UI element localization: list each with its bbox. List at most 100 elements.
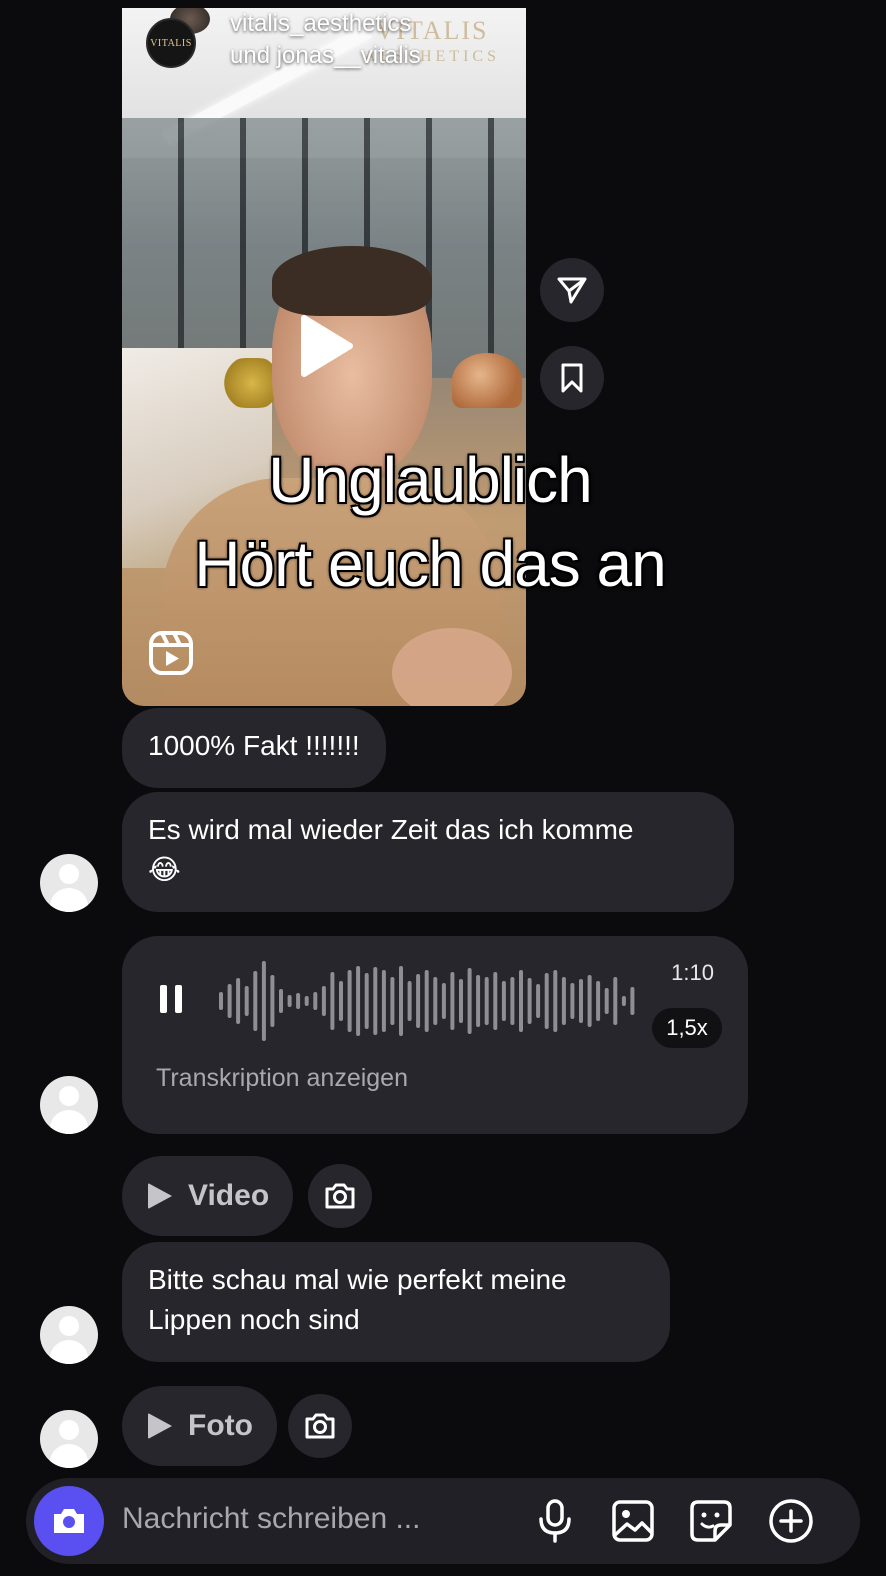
laughing-emoji: 😂 bbox=[148, 854, 181, 885]
waveform-bar bbox=[527, 978, 532, 1024]
waveform-bar bbox=[519, 970, 523, 1032]
avatar[interactable] bbox=[40, 1306, 98, 1364]
waveform-bar bbox=[261, 961, 266, 1041]
brand-avatar[interactable]: VITALIS bbox=[146, 18, 196, 68]
voice-message[interactable]: 1:10 1,5x Transkription anzeigen bbox=[122, 936, 748, 1134]
play-icon[interactable] bbox=[298, 314, 354, 378]
waveform-bar bbox=[227, 984, 232, 1018]
photo-attachment-button[interactable]: Foto bbox=[122, 1386, 277, 1466]
waveform-bar bbox=[304, 996, 309, 1006]
waveform-bar bbox=[570, 983, 575, 1019]
avatar[interactable] bbox=[40, 1076, 98, 1134]
image-icon bbox=[612, 1500, 654, 1542]
bookmark-icon bbox=[561, 363, 583, 393]
avatar[interactable] bbox=[40, 1410, 98, 1468]
camera-reply-button[interactable] bbox=[288, 1394, 352, 1458]
waveform-bar bbox=[381, 970, 386, 1032]
waveform-bar bbox=[321, 986, 326, 1016]
waveform-bar bbox=[253, 971, 258, 1031]
waveform-bar bbox=[476, 975, 481, 1027]
waveform-bar bbox=[493, 972, 498, 1030]
waveform-bar bbox=[613, 977, 618, 1025]
waveform-bar bbox=[296, 993, 301, 1009]
waveform-bar bbox=[484, 977, 489, 1025]
waveform-bar bbox=[501, 981, 506, 1021]
waveform-bar bbox=[510, 977, 515, 1025]
waveform-bar bbox=[416, 974, 421, 1028]
camera-button[interactable] bbox=[34, 1486, 104, 1556]
camera-icon bbox=[54, 1509, 84, 1533]
waveform-bar bbox=[536, 984, 541, 1018]
waveform-bar bbox=[441, 983, 446, 1019]
sticker-icon bbox=[690, 1500, 732, 1542]
reel-caption-overlay: Unglaublich Hört euch das an bbox=[194, 444, 666, 600]
waveform-bar bbox=[587, 975, 592, 1027]
play-triangle-icon bbox=[148, 1413, 172, 1439]
message-input[interactable]: Nachricht schreiben ... bbox=[122, 1502, 420, 1536]
reel-scene-lamp bbox=[452, 353, 522, 408]
show-transcription-link[interactable]: Transkription anzeigen bbox=[156, 1064, 408, 1093]
waveform-bar bbox=[424, 970, 429, 1032]
waveform-bar bbox=[630, 987, 635, 1015]
waveform-bar bbox=[270, 975, 275, 1027]
camera-reply-button[interactable] bbox=[308, 1164, 372, 1228]
audio-waveform[interactable] bbox=[218, 960, 638, 1042]
photo-label: Foto bbox=[188, 1409, 253, 1442]
waveform-bar bbox=[459, 979, 463, 1023]
share-button[interactable] bbox=[540, 258, 604, 322]
waveform-bar bbox=[330, 972, 335, 1030]
waveform-bar bbox=[373, 967, 378, 1035]
message-bubble[interactable]: 1000% Fakt !!!!!!! bbox=[122, 708, 386, 788]
more-button[interactable] bbox=[766, 1496, 816, 1546]
video-attachment-button[interactable]: Video bbox=[122, 1156, 294, 1236]
waveform-bar bbox=[236, 978, 241, 1024]
waveform-bar bbox=[347, 970, 352, 1032]
message-bubble[interactable]: Bitte schau mal wie perfekt meine Lippen… bbox=[122, 1242, 670, 1362]
camera-icon bbox=[305, 1413, 335, 1439]
waveform-bar bbox=[561, 977, 566, 1025]
pause-icon[interactable] bbox=[158, 984, 184, 1014]
message-text: 1000% Fakt !!!!!!! bbox=[148, 730, 360, 761]
reel-author[interactable]: vitalis_aesthetics und jonas__vitalis bbox=[230, 8, 421, 72]
waveform-bar bbox=[596, 981, 601, 1021]
waveform-bar bbox=[553, 970, 558, 1032]
playback-speed-button[interactable]: 1,5x bbox=[652, 1008, 722, 1048]
waveform-bar bbox=[390, 977, 395, 1025]
message-text-line2: Lippen noch sind bbox=[148, 1304, 360, 1335]
play-triangle-icon bbox=[148, 1183, 172, 1209]
save-button[interactable] bbox=[540, 346, 604, 410]
message-bubble[interactable]: Es wird mal wieder Zeit das ich komme 😂 bbox=[122, 792, 734, 912]
waveform-bar bbox=[219, 992, 223, 1010]
waveform-bar bbox=[579, 979, 583, 1023]
gallery-button[interactable] bbox=[608, 1496, 658, 1546]
paper-plane-icon bbox=[557, 277, 587, 304]
waveform-bar bbox=[544, 973, 549, 1029]
waveform-bar bbox=[399, 966, 403, 1036]
camera-icon bbox=[325, 1183, 355, 1209]
waveform-bar bbox=[364, 973, 369, 1029]
waveform-bar bbox=[279, 989, 283, 1013]
waveform-bar bbox=[244, 986, 249, 1016]
video-label: Video bbox=[188, 1179, 270, 1212]
reel-person-hair bbox=[272, 246, 432, 316]
waveform-bar bbox=[467, 968, 472, 1034]
microphone-button[interactable] bbox=[530, 1496, 580, 1546]
sticker-button[interactable] bbox=[686, 1496, 736, 1546]
waveform-bar bbox=[287, 995, 292, 1007]
avatar[interactable] bbox=[40, 854, 98, 912]
reels-icon bbox=[149, 631, 193, 675]
waveform-bar bbox=[339, 981, 343, 1021]
message-composer: Nachricht schreiben ... bbox=[26, 1478, 860, 1564]
message-text-line1: Bitte schau mal wie perfekt meine bbox=[148, 1264, 567, 1295]
voice-duration: 1:10 bbox=[671, 960, 714, 985]
waveform-bar bbox=[604, 988, 609, 1014]
waveform-bar bbox=[621, 996, 626, 1006]
reel-author-line1: vitalis_aesthetics bbox=[230, 10, 412, 37]
microphone-icon bbox=[539, 1499, 571, 1543]
waveform-bar bbox=[450, 972, 455, 1030]
plus-circle-icon bbox=[769, 1499, 813, 1543]
message-text: Es wird mal wieder Zeit das ich komme bbox=[148, 814, 634, 845]
reel-author-line2: und jonas__vitalis bbox=[230, 42, 421, 69]
waveform-bar bbox=[433, 977, 438, 1025]
waveform-bar bbox=[356, 966, 361, 1036]
